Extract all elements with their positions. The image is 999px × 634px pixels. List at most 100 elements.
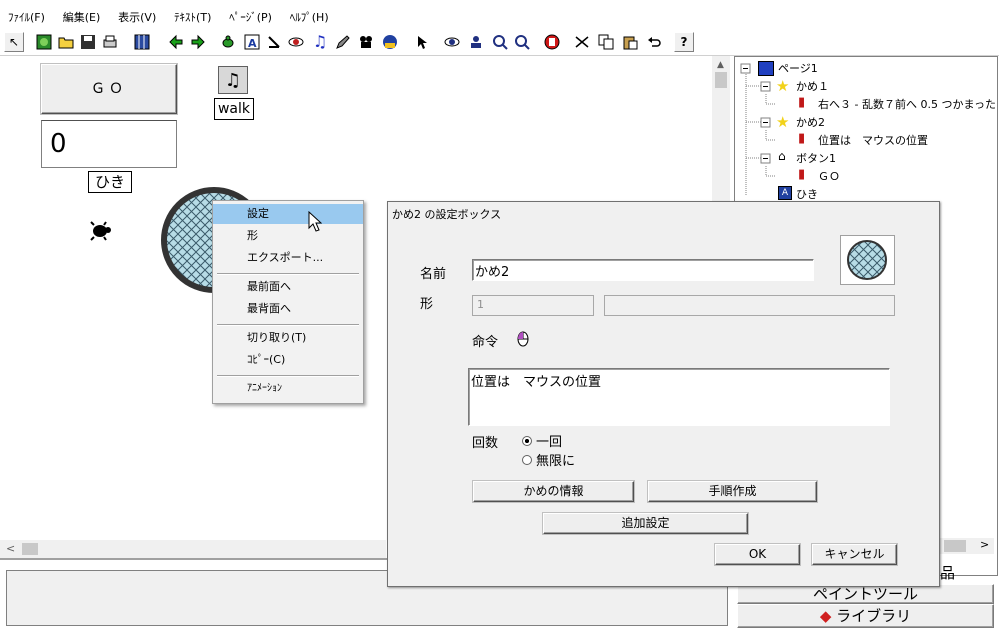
paste-icon[interactable] — [620, 32, 640, 52]
menu-separator — [217, 375, 359, 377]
tree-node-turtle2-command[interactable]: 位置は マウスの位置 — [818, 132, 928, 148]
tree-node-turtle1[interactable]: かめ１ — [796, 78, 829, 94]
menu-text[interactable]: ﾃｷｽﾄ(T) — [174, 11, 211, 24]
mouse-icon — [517, 331, 529, 347]
canvas-horizontal-scrollbar[interactable]: < — [0, 540, 386, 558]
eye-tool-icon[interactable] — [286, 32, 306, 52]
tree-lines — [740, 63, 776, 195]
tree-node-go[interactable]: ＧＯ — [818, 168, 840, 184]
record-icon[interactable] — [380, 32, 400, 52]
paint-tool-tab-label: ペイントツール — [812, 585, 918, 603]
shape-name-field[interactable] — [604, 295, 895, 316]
partial-tab[interactable]: 品 — [940, 562, 960, 583]
pin-icon: ▮ — [798, 167, 806, 182]
name-label: 名前 — [420, 267, 447, 282]
radio-infinite-label: 無限に — [536, 454, 576, 469]
radio-once-button[interactable] — [522, 436, 532, 446]
music-sound-icon[interactable]: ♫ — [218, 66, 248, 94]
pen-tool-icon[interactable] — [332, 32, 352, 52]
menu-separator — [217, 324, 359, 326]
shape-number-field[interactable]: 1 — [472, 295, 594, 316]
context-menu-cut[interactable]: 切り取り(T) — [213, 328, 363, 348]
radio-once[interactable]: 一回 — [522, 431, 562, 450]
radio-once-label: 一回 — [536, 435, 563, 450]
pin-icon: ▮ — [798, 95, 806, 110]
shape-preview — [840, 235, 895, 285]
library-tab-label: ライブラリ — [836, 607, 912, 625]
music-note-icon[interactable]: ♫ — [310, 32, 330, 52]
object-tree: ページ1 ★ かめ１ ▮ 右へ３ - 乱数７前へ 0.5 つかまった ★ かめ2… — [740, 60, 996, 210]
star-icon: ★ — [776, 113, 790, 131]
library-tab[interactable]: ◆ ライブラリ — [737, 604, 994, 628]
context-menu-bring-front[interactable]: 最前面へ — [213, 277, 363, 297]
open-folder-icon[interactable] — [56, 32, 76, 52]
ok-button[interactable]: OK — [715, 544, 800, 565]
tree-node-button1[interactable]: ボタン1 — [796, 150, 836, 166]
dialog-title: かめ2 の設定ボックス — [392, 208, 502, 221]
cursor-icon[interactable] — [412, 32, 432, 52]
person-icon[interactable] — [466, 32, 486, 52]
arrow-right-icon[interactable] — [188, 32, 208, 52]
menu-edit[interactable]: 編集(E) — [63, 11, 101, 24]
turtle-icon[interactable] — [88, 219, 112, 243]
extra-settings-button[interactable]: 追加設定 — [543, 513, 748, 534]
command-label: 命令 — [472, 335, 499, 350]
globe-icon[interactable] — [34, 32, 54, 52]
menu-separator — [217, 273, 359, 275]
text-a-icon[interactable]: A — [242, 32, 262, 52]
cut-icon[interactable] — [572, 32, 592, 52]
name-input[interactable] — [472, 259, 814, 281]
stop-hand-icon[interactable] — [542, 32, 562, 52]
context-menu-settings[interactable]: 設定 — [213, 204, 363, 224]
context-menu: 設定 形 エクスポート... 最前面へ 最背面へ 切り取り(T) ｺﾋﾟｰ(C)… — [212, 200, 364, 404]
zoom-out-icon[interactable] — [512, 32, 532, 52]
radio-infinite[interactable]: 無限に — [522, 450, 575, 469]
go-button[interactable]: ＧＯ — [41, 64, 177, 114]
create-procedure-button[interactable]: 手順作成 — [648, 481, 817, 502]
text-node-icon: A — [778, 186, 792, 200]
context-menu-copy[interactable]: ｺﾋﾟｰ(C) — [213, 350, 363, 370]
undo-icon[interactable] — [644, 32, 664, 52]
tree-node-page-icon — [758, 61, 774, 76]
turtle-tool-icon[interactable] — [218, 32, 238, 52]
pin-icon: ▮ — [798, 131, 806, 146]
button-node-icon: ⌂ — [778, 149, 786, 163]
save-icon[interactable] — [78, 32, 98, 52]
tree-node-turtle1-command[interactable]: 右へ３ - 乱数７前へ 0.5 つかまった — [818, 96, 996, 112]
context-menu-export[interactable]: エクスポート... — [213, 248, 363, 268]
settings-dialog: かめ2 の設定ボックス 名前 形 1 命令 位置は マウスの位置 回数 一回 無… — [387, 201, 940, 587]
context-menu-shape[interactable]: 形 — [213, 226, 363, 246]
stamp-icon[interactable] — [264, 32, 284, 52]
tree-scrollbar[interactable]: > — [940, 538, 994, 554]
command-textarea[interactable]: 位置は マウスの位置 — [468, 368, 890, 426]
menu-help[interactable]: ﾍﾙﾌﾟ(H) — [290, 11, 329, 24]
menu-view[interactable]: 表示(V) — [118, 11, 156, 24]
mouse-cursor-icon — [308, 211, 322, 232]
counter-label: ひき — [88, 171, 132, 193]
context-menu-send-back[interactable]: 最背面へ — [213, 299, 363, 319]
eye-icon[interactable] — [442, 32, 462, 52]
movie-icon[interactable] — [356, 32, 376, 52]
print-icon[interactable] — [100, 32, 120, 52]
grid-icon[interactable] — [132, 32, 152, 52]
help-icon[interactable]: ? — [674, 32, 694, 52]
radio-infinite-button[interactable] — [522, 455, 532, 465]
paint-tool-tab[interactable]: ペイントツール — [737, 584, 994, 604]
arrow-left-icon[interactable] — [166, 32, 186, 52]
shape-label: 形 — [420, 297, 434, 312]
zoom-in-icon[interactable] — [490, 32, 510, 52]
net-shape-preview-icon — [847, 240, 887, 280]
arrow-pointer-icon[interactable]: ↖ — [4, 32, 24, 52]
menu-file[interactable]: ﾌｧｲﾙ(F) — [8, 11, 45, 24]
context-menu-animation[interactable]: ｱﾆﾒｰｼｮﾝ — [213, 379, 363, 399]
star-icon: ★ — [776, 77, 790, 95]
walk-label: walk — [214, 98, 254, 120]
tree-node-hiki[interactable]: ひき — [796, 186, 818, 202]
count-label: 回数 — [472, 436, 499, 451]
menu-page[interactable]: ﾍﾟｰｼﾞ(P) — [229, 11, 272, 24]
turtle-info-button[interactable]: かめの情報 — [473, 481, 634, 502]
cancel-button[interactable]: キャンセル — [812, 544, 897, 565]
copy-icon[interactable] — [596, 32, 616, 52]
tree-node-page[interactable]: ページ1 — [778, 60, 818, 76]
tree-node-turtle2[interactable]: かめ2 — [796, 114, 825, 130]
